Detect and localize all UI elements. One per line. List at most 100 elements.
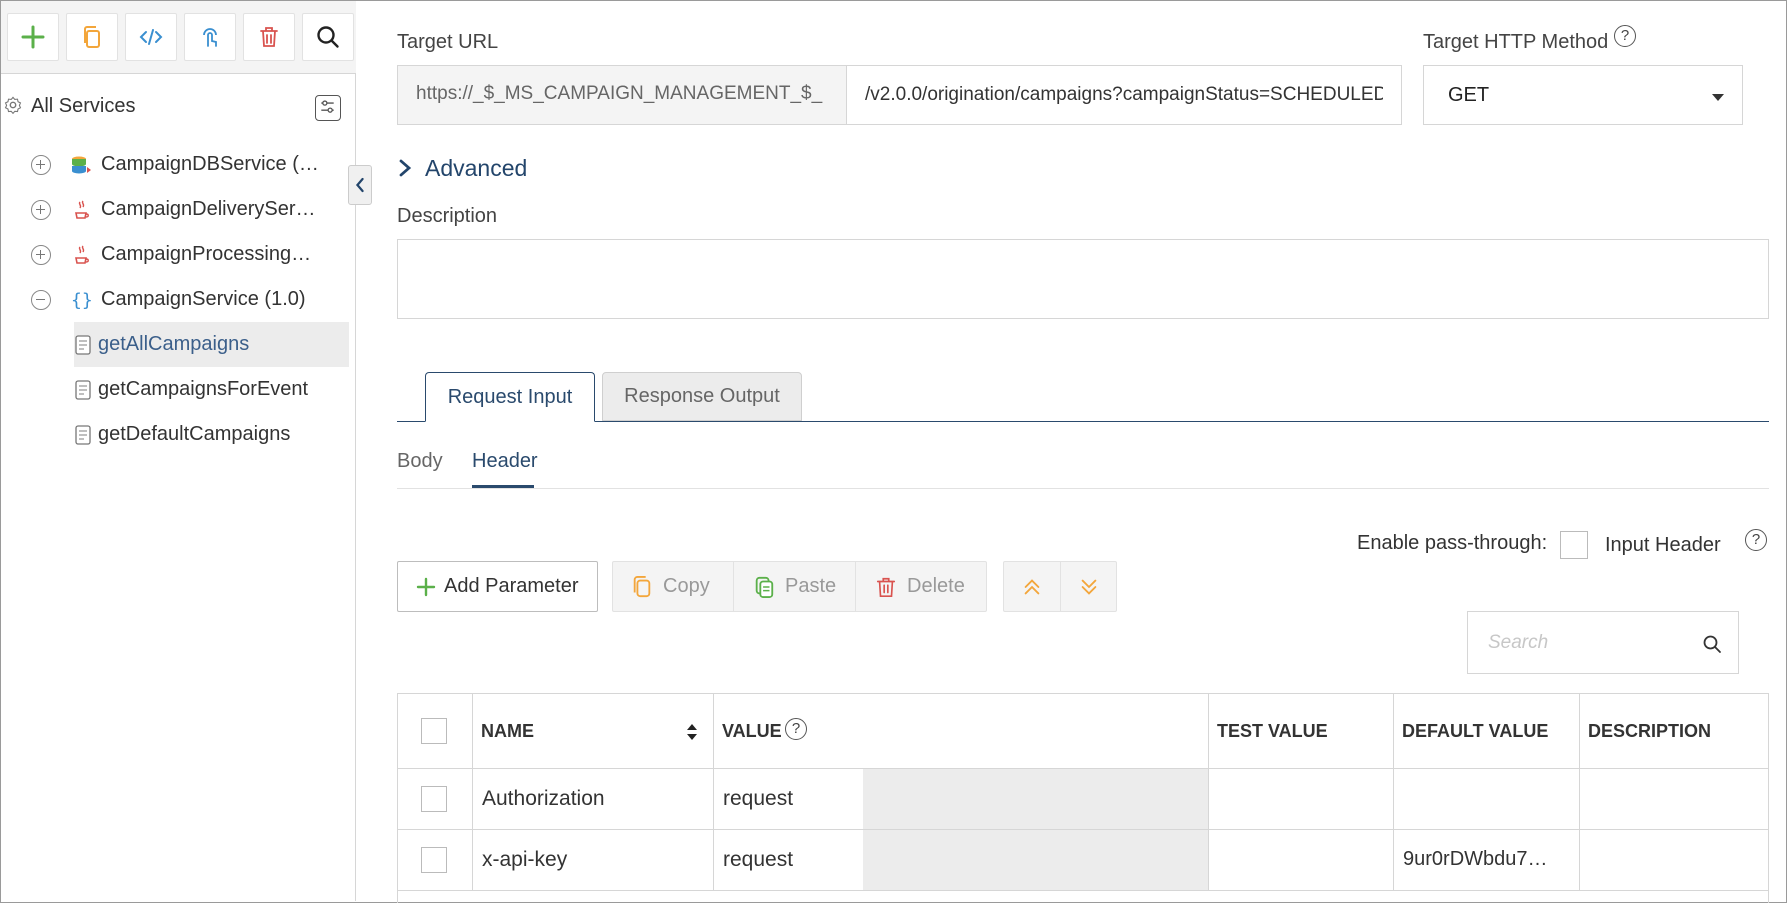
svg-text:{}: {} [71,290,93,311]
rest-service-icon: {} [71,290,93,311]
value-cell[interactable]: request [714,830,1209,890]
value-cell[interactable]: request [714,769,1209,829]
name-cell[interactable]: x-api-key [473,830,714,890]
code-button[interactable] [125,13,177,61]
sort-icon[interactable] [686,722,698,742]
add-button[interactable] [7,13,59,61]
tree-item-label: CampaignDBService (… [101,153,319,175]
collapse-icon[interactable] [31,290,51,310]
database-service-icon [72,156,91,174]
subtab-header[interactable]: Header [472,450,538,473]
row-checkbox[interactable] [421,847,447,873]
name-cell[interactable]: Authorization [473,769,714,829]
test-value-cell[interactable] [1209,769,1394,829]
trash-icon [260,27,278,47]
filter-settings-button[interactable] [315,95,341,121]
value-detail-field[interactable] [863,769,1208,829]
tree-item-label: CampaignService (1.0) [101,288,306,310]
java-service-icon [75,245,89,264]
select-all-checkbox[interactable] [421,718,447,744]
move-down-button[interactable] [1061,562,1117,611]
description-cell[interactable] [1580,769,1768,829]
paste-parameter-button[interactable]: Paste [753,562,836,611]
value-detail-field[interactable] [863,830,1208,890]
operation-label: getCampaignsForEvent [98,378,309,400]
document-icon [75,335,91,355]
input-header-checkbox[interactable] [1560,531,1588,559]
cell-text: Authorization [482,787,605,810]
expand-icon[interactable] [31,200,51,220]
copy-icon [633,575,651,597]
test-value-cell[interactable] [1209,830,1394,890]
touch-button[interactable] [184,13,236,61]
help-icon[interactable]: ? [1614,25,1636,47]
parameter-search-input[interactable] [1486,630,1686,656]
expand-icon[interactable] [31,155,51,175]
description-input[interactable] [397,239,1769,319]
select-all-cell [398,694,473,768]
delete-button[interactable] [243,13,295,61]
column-header-default-value[interactable]: DEFAULT VALUE [1394,694,1580,768]
column-label: VALUE [722,721,782,741]
subtab-body[interactable]: Body [397,450,443,473]
tree-item-campaign-processing-service[interactable]: CampaignProcessingS… [1,233,349,275]
table-row[interactable]: Authorization request [398,769,1768,830]
tree-operation-get-all-campaigns[interactable]: getAllCampaigns [74,322,349,367]
column-label: DESCRIPTION [1588,721,1712,741]
table-header-row: NAME VALUE ? TEST VALUE DEFAULT VALUE DE… [398,694,1768,769]
delete-label: Delete [907,575,965,597]
row-select-cell [398,830,473,890]
subtabs-divider [397,488,1769,489]
column-header-name[interactable]: NAME [473,694,714,768]
url-prefix: https://_$_MS_CAMPAIGN_MANAGEMENT_$_ [397,65,846,125]
description-cell[interactable] [1580,830,1768,890]
delete-parameter-button[interactable]: Delete [875,562,965,611]
reorder-group [1003,561,1117,612]
copy-button[interactable] [66,13,118,61]
copy-label: Copy [663,575,710,597]
paste-icon [755,576,774,598]
cell-text: request [723,787,794,810]
column-header-value[interactable]: VALUE ? [714,694,1209,768]
tree-item-campaign-service[interactable]: {} CampaignService (1.0) [1,278,349,320]
tree-operation-get-campaigns-for-event[interactable]: getCampaignsForEvent [74,367,349,412]
help-icon[interactable]: ? [785,718,807,740]
tab-request-input[interactable]: Request Input [425,372,595,422]
column-header-description[interactable]: DESCRIPTION [1580,694,1768,768]
search-icon[interactable] [1702,634,1722,654]
operation-editor: Target URL https://_$_MS_CAMPAIGN_MANAGE… [357,1,1785,903]
all-services-label[interactable]: All Services [31,95,135,118]
copy-parameter-button[interactable]: Copy [631,562,710,611]
add-parameter-button[interactable]: Add Parameter [397,561,598,612]
services-sidebar: All Services CampaignDBService (… Campai… [1,1,356,901]
header-parameters-table: NAME VALUE ? TEST VALUE DEFAULT VALUE DE… [397,693,1769,903]
tree-item-campaign-delivery-service[interactable]: CampaignDeliveryServ… [1,188,349,230]
double-chevron-down-icon [1081,579,1097,595]
operation-label: getAllCampaigns [98,333,250,355]
http-method-select[interactable]: GET [1423,65,1743,125]
cell-text: x-api-key [482,848,568,871]
tree-operation-get-default-campaigns[interactable]: getDefaultCampaigns [74,412,349,457]
sidebar-toolbar [1,1,356,74]
collapse-sidebar-button[interactable] [348,165,372,205]
code-icon [139,29,163,45]
column-header-test-value[interactable]: TEST VALUE [1209,694,1394,768]
table-row[interactable]: x-api-key request 9ur0rDWbdu7… [398,830,1768,891]
description-label: Description [397,205,498,227]
move-up-button[interactable] [1004,562,1060,611]
plus-icon [21,25,45,49]
plus-icon [416,577,436,596]
expand-icon[interactable] [31,245,51,265]
divider [733,562,734,611]
search-button[interactable] [302,13,354,61]
url-path-input[interactable] [846,65,1402,125]
double-chevron-up-icon [1024,578,1040,594]
http-method-value: GET [1448,84,1490,106]
default-value-cell[interactable] [1394,769,1580,829]
default-value-cell[interactable]: 9ur0rDWbdu7… [1394,830,1580,890]
tree-item-campaign-db-service[interactable]: CampaignDBService (… [1,143,349,185]
help-icon[interactable]: ? [1745,529,1767,551]
row-checkbox[interactable] [421,786,447,812]
column-label: DEFAULT VALUE [1402,721,1549,741]
tab-response-output[interactable]: Response Output [602,372,802,421]
